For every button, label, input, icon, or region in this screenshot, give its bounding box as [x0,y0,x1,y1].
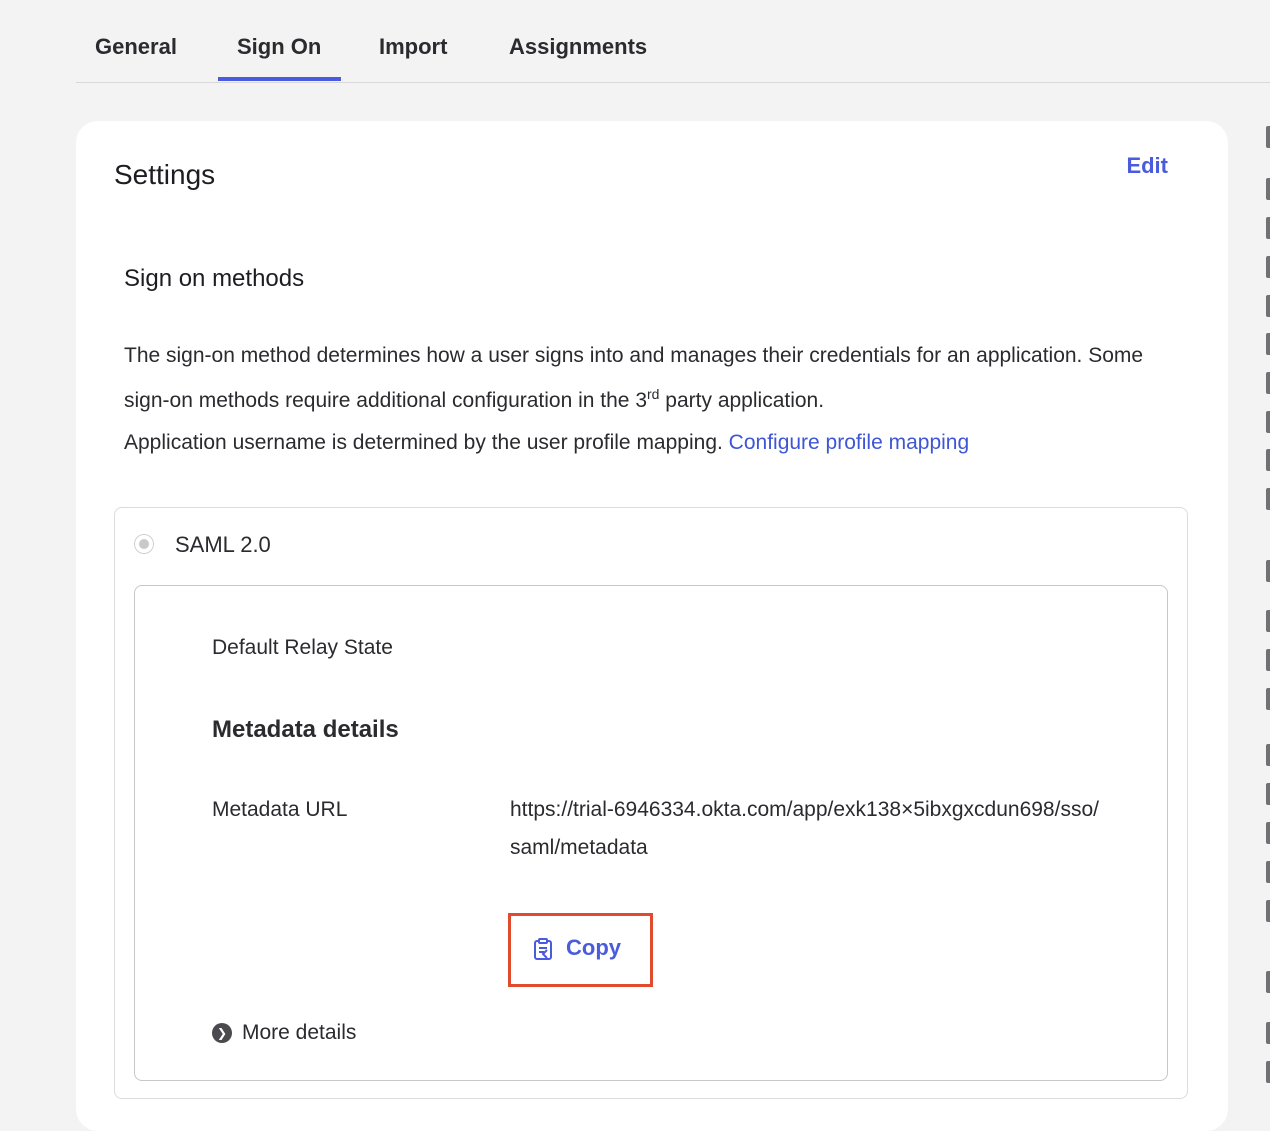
configure-profile-mapping-link[interactable]: Configure profile mapping [729,431,969,454]
chevron-right-circle-icon: ❯ [212,1023,232,1044]
more-details-toggle[interactable]: ❯ More details [212,1021,356,1045]
tab-assignments[interactable]: Assignments [509,34,647,60]
sign-on-description: The sign-on method determines how a user… [124,344,1144,412]
tab-bar: General Sign On Import Assignments [76,0,1270,83]
metadata-details-heading: Metadata details [212,716,399,743]
clipboard-icon [533,938,553,960]
settings-title: Settings [114,159,216,190]
sign-on-methods-heading: Sign on methods [124,265,305,292]
tab-sign-on[interactable]: Sign On [217,34,342,81]
saml-details-box: Default Relay State Metadata details Met… [134,585,1168,1081]
right-help-column-clipped [1262,0,1270,1110]
copy-button[interactable]: Copy [508,913,653,987]
profile-mapping-text: Application username is determined by th… [124,431,970,454]
tab-import[interactable]: Import [379,34,447,60]
metadata-url-label: Metadata URL [212,798,348,821]
saml-label: SAML 2.0 [175,532,271,557]
default-relay-state-label: Default Relay State [212,636,393,659]
tab-general[interactable]: General [95,34,177,60]
more-details-label: More details [242,1021,357,1044]
metadata-url-value: https://trial-6946334.okta.com/app/exk13… [510,798,1099,859]
edit-link[interactable]: Edit [1126,153,1168,179]
sign-on-method-panel: SAML 2.0 Default Relay State Metadata de… [114,507,1188,1099]
copy-label: Copy [566,935,621,960]
settings-card: Settings Edit Sign on methods The sign-o… [76,121,1228,1131]
saml-radio[interactable] [134,534,154,554]
